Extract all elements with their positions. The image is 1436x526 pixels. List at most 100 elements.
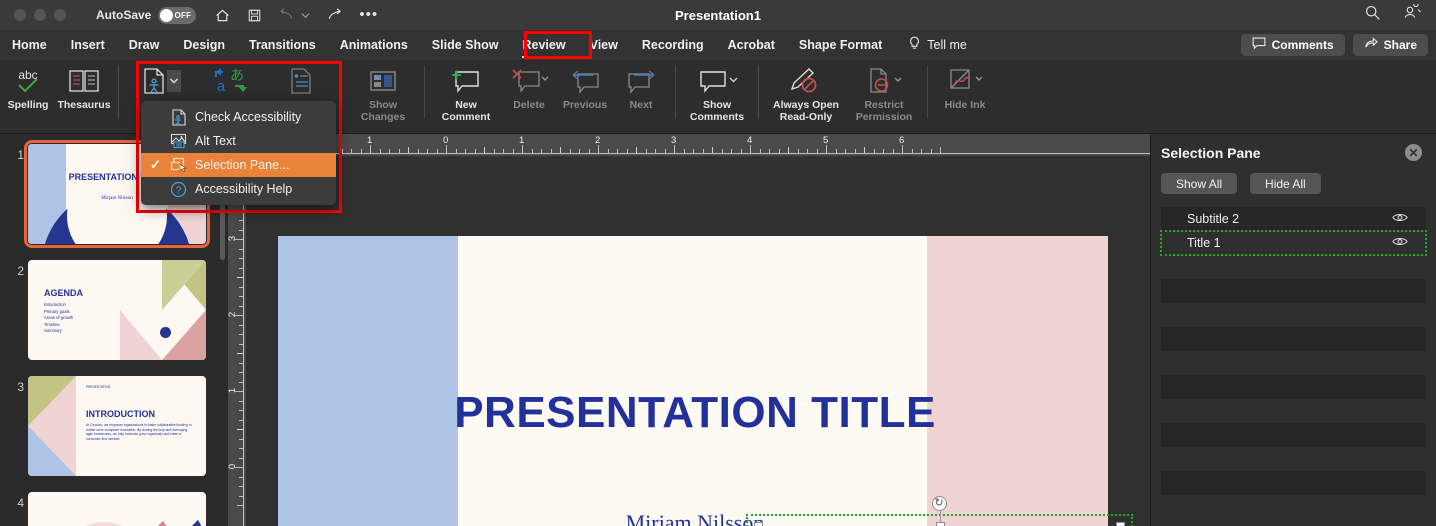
menu-item-accessibility-help[interactable]: ? Accessibility Help: [141, 177, 336, 201]
redo-icon[interactable]: [326, 7, 343, 23]
ribbon-group-proofing: abc Spelling Thesaurus: [0, 60, 112, 134]
share-button[interactable]: Share: [1352, 34, 1428, 56]
minimize-window-button[interactable]: [34, 9, 46, 21]
home-icon[interactable]: [214, 7, 231, 24]
tab-transitions[interactable]: Transitions: [237, 30, 328, 60]
thumbnail-slide-2[interactable]: 2 AGENDA Introduction Primary goals Area…: [0, 260, 228, 360]
thumbnail-slide-4[interactable]: 4: [0, 492, 228, 526]
hide-ink-icon: [943, 64, 987, 98]
ribbon-button-new-comment[interactable]: New Comment: [431, 60, 501, 130]
tab-review[interactable]: Review: [510, 30, 577, 60]
ribbon-button-hide-ink[interactable]: Hide Ink: [934, 60, 996, 130]
window-controls[interactable]: [14, 9, 66, 21]
resize-handle-n[interactable]: [935, 522, 945, 526]
ribbon-label-new-comment: New Comment: [441, 99, 491, 123]
eye-icon[interactable]: [1392, 210, 1408, 228]
tab-insert[interactable]: Insert: [59, 30, 117, 60]
ribbon-button-thesaurus[interactable]: Thesaurus: [56, 60, 112, 130]
thumbnail-image-2[interactable]: AGENDA Introduction Primary goals Areas …: [28, 260, 206, 360]
ruler-tick: [873, 149, 875, 153]
ruler-tick: [360, 149, 362, 153]
tab-view[interactable]: View: [578, 30, 630, 60]
tab-design[interactable]: Design: [171, 30, 237, 60]
ribbon-button-restrict-permission[interactable]: Restrict Permission: [847, 60, 921, 130]
ribbon-tab-bar: Home Insert Draw Design Transitions Anim…: [0, 30, 1436, 60]
rotate-icon[interactable]: ↻: [931, 496, 947, 511]
ruler-tick: [379, 149, 381, 153]
tab-slide-show[interactable]: Slide Show: [420, 30, 511, 60]
eye-icon[interactable]: [1392, 234, 1408, 252]
more-commands-icon[interactable]: •••: [359, 7, 378, 22]
ruler-tick: [239, 267, 243, 269]
selection-pane-empty-row: [1161, 495, 1426, 519]
ruler-tick: [550, 149, 552, 153]
undo-dropdown-icon[interactable]: [301, 12, 310, 19]
ruler-tick: [235, 315, 243, 316]
ribbon-label-thesaurus: Thesaurus: [57, 99, 111, 111]
hide-all-button[interactable]: Hide All: [1250, 173, 1321, 194]
ribbon-button-next-comment[interactable]: Next: [613, 60, 669, 130]
ribbon-button-show-comments[interactable]: Show Comments: [682, 60, 752, 130]
show-all-button[interactable]: Show All: [1161, 173, 1238, 194]
menu-item-label: Check Accessibility: [195, 110, 302, 124]
thumbnail-slide-3[interactable]: 3 PRESENTATION INTRODUCTION At Contoso, …: [0, 376, 228, 476]
selection-pane-row-title-1[interactable]: Title 1: [1160, 230, 1427, 256]
selection-pane-row-subtitle-2[interactable]: Subtitle 2: [1161, 207, 1426, 231]
thumbnail-title-2: AGENDA: [44, 288, 84, 298]
thumbnail-image-4[interactable]: [28, 492, 206, 526]
ruler-tick: [636, 147, 637, 153]
ribbon-button-always-open-read-only[interactable]: Always Open Read-Only: [765, 60, 847, 130]
ruler-tick: [503, 149, 504, 153]
tab-shape-format[interactable]: Shape Format: [787, 30, 894, 60]
ribbon-separator: [927, 65, 928, 119]
thumbnail-bullets-2: Introduction Primary goals Areas of grow…: [44, 302, 73, 335]
svg-text:a: a: [217, 78, 226, 95]
tab-home[interactable]: Home: [0, 30, 59, 60]
autosave-control[interactable]: AutoSave OFF: [96, 6, 197, 24]
previous-comment-icon: [565, 64, 605, 98]
selection-pane[interactable]: Selection Pane ✕ Show All Hide All Subti…: [1150, 134, 1436, 526]
close-icon[interactable]: ✕: [1405, 144, 1422, 161]
tab-acrobat[interactable]: Acrobat: [716, 30, 787, 60]
svg-text:?: ?: [176, 185, 182, 196]
ribbon-button-show-changes[interactable]: Show Changes: [348, 60, 418, 130]
tell-me-search[interactable]: Tell me: [908, 36, 967, 54]
maximize-window-button[interactable]: [54, 9, 66, 21]
account-icon[interactable]: [1403, 1, 1422, 26]
tab-animations[interactable]: Animations: [328, 30, 420, 60]
ribbon-button-delete-comment[interactable]: Delete: [501, 60, 557, 130]
menu-item-selection-pane[interactable]: ✓ Selection Pane...: [141, 153, 336, 177]
titlebar-right-icons: [1364, 1, 1422, 26]
tab-recording[interactable]: Recording: [630, 30, 716, 60]
ribbon-button-spelling[interactable]: abc Spelling: [0, 60, 56, 130]
save-icon[interactable]: [247, 8, 262, 23]
selection-pane-list[interactable]: Subtitle 2 Title 1: [1151, 207, 1436, 519]
resize-handle-nw[interactable]: [754, 522, 763, 526]
undo-icon[interactable]: [278, 7, 295, 23]
search-icon[interactable]: [1364, 4, 1381, 26]
title-placeholder-selection[interactable]: ↻: [746, 496, 1133, 526]
menu-item-check-accessibility[interactable]: Check Accessibility: [141, 105, 336, 129]
menu-checkmark-icon: ✓: [150, 157, 161, 172]
tab-draw[interactable]: Draw: [117, 30, 172, 60]
close-window-button[interactable]: [14, 9, 26, 21]
accessibility-dropdown-menu[interactable]: Check Accessibility Alt Text ✓ Selection…: [141, 101, 336, 205]
ruler-tick: [237, 505, 243, 506]
ribbon-button-previous-comment[interactable]: Previous: [557, 60, 613, 130]
horizontal-ruler[interactable]: 543210123456: [228, 134, 1150, 156]
selection-pane-empty-row: [1161, 255, 1426, 279]
comments-button[interactable]: Comments: [1240, 34, 1345, 56]
ribbon-group-ink: Hide Ink: [934, 60, 996, 134]
resize-handle-ne[interactable]: [1116, 522, 1125, 526]
thumbnail-image-3[interactable]: PRESENTATION INTRODUCTION At Contoso, we…: [28, 376, 206, 476]
quick-access-toolbar[interactable]: •••: [214, 7, 378, 24]
slide-title-text[interactable]: PRESENTATION TITLE: [400, 388, 990, 438]
selection-pane-empty-row: [1161, 447, 1426, 471]
slide-1-canvas[interactable]: PRESENTATION TITLE Mirjam Nilsson: [278, 236, 1108, 526]
ruler-tick: [239, 305, 243, 307]
autosave-toggle[interactable]: OFF: [158, 6, 197, 24]
ruler-tick: [892, 149, 894, 153]
slide-canvas-area[interactable]: PRESENTATION TITLE Mirjam Nilsson ↻: [246, 156, 1150, 526]
vertical-ruler[interactable]: 3210: [228, 156, 246, 526]
menu-item-alt-text[interactable]: Alt Text: [141, 129, 336, 153]
